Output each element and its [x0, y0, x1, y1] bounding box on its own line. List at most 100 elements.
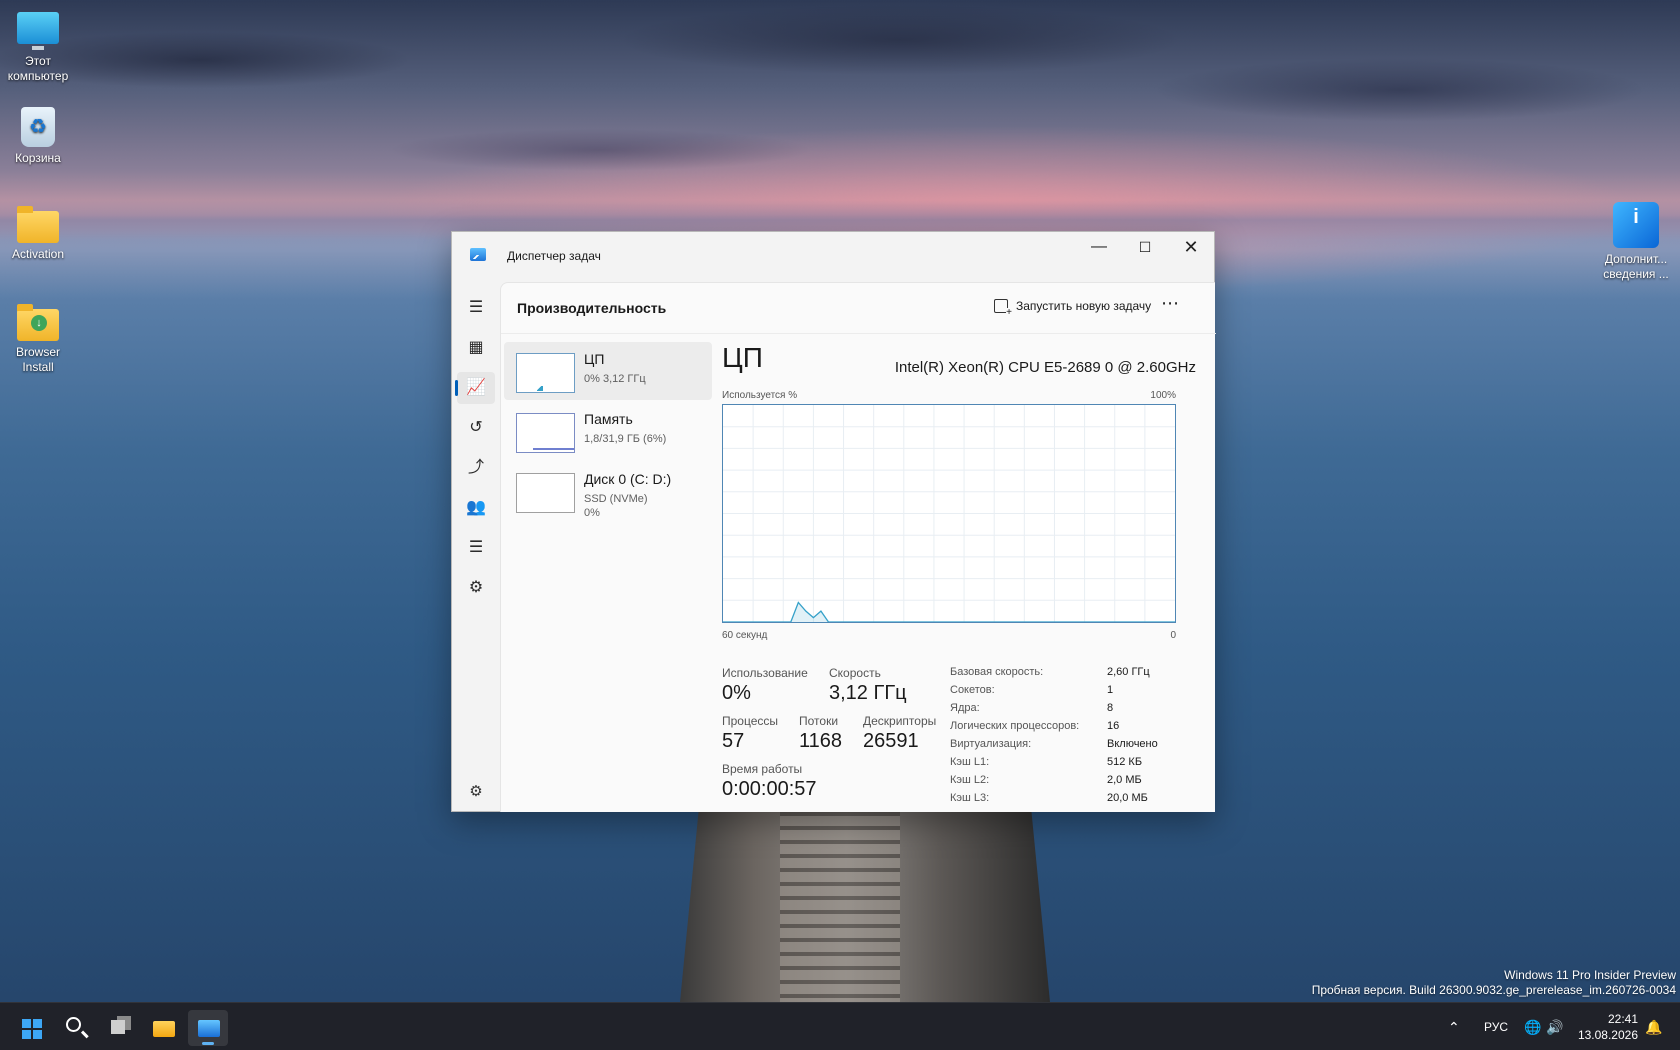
perf-item-name: ЦП [584, 351, 605, 367]
perf-item-cpu[interactable]: ЦП 0% 3,12 ГГц [504, 342, 712, 400]
threads-label: Потоки [799, 714, 839, 728]
minimize-button[interactable]: — [1076, 232, 1122, 264]
more-options-icon[interactable]: ⋯ [1161, 293, 1180, 314]
desktop-icon-label: Activation [11, 247, 65, 261]
watermark-line-1: Windows 11 Pro Insider Preview [1504, 968, 1676, 982]
spec-key: Кэш L2: [950, 774, 990, 786]
spec-row: Ядра: 8 [950, 702, 1180, 720]
spec-row: Кэш L3: 20,0 МБ [950, 792, 1180, 810]
cpu-usage-svg [723, 405, 1175, 623]
clock-time: 22:41 [1607, 1012, 1638, 1026]
spec-key: Сокетов: [950, 684, 995, 696]
details-icon[interactable]: ☰ [457, 532, 495, 564]
handles-label: Дескрипторы [863, 714, 937, 728]
header-divider [501, 333, 1216, 334]
spec-value: 512 КБ [1107, 756, 1143, 768]
desktop-icon-info[interactable]: i Дополнит... сведения ... [1596, 202, 1676, 282]
recycle-bin-icon: ♻ [21, 107, 55, 147]
speed-label: Скорость [829, 666, 881, 680]
memory-thumbnail-graph [516, 413, 575, 453]
uptime-value: 0:00:00:57 [722, 778, 817, 800]
desktop-icon-label: Дополнит... сведения ... [1603, 252, 1669, 281]
desktop-icon-activation[interactable]: Activation [0, 205, 76, 262]
perf-item-disk[interactable]: Диск 0 (C: D:) SSD (NVMe) 0% [504, 462, 712, 520]
download-badge-icon: ↓ [31, 315, 47, 331]
task-manager-app-icon [470, 248, 486, 261]
this-pc-icon [17, 12, 59, 50]
threads-value: 1168 [799, 730, 843, 752]
spec-value: 1 [1107, 684, 1114, 696]
desktop-icon-recycle-bin[interactable]: ♻ Корзина [0, 107, 76, 166]
processes-value: 57 [722, 730, 745, 752]
spec-value: 20,0 МБ [1107, 792, 1148, 804]
cpu-usage-area [723, 602, 1175, 622]
start-button[interactable] [11, 1010, 51, 1046]
spec-value: 8 [1107, 702, 1114, 714]
spec-row: Базовая скорость: 2,60 ГГц [950, 666, 1180, 684]
spec-row: Виртуализация: Включено [950, 738, 1180, 756]
graph-label-left: Используется % [722, 390, 798, 401]
task-view-button[interactable] [101, 1010, 141, 1046]
processes-label: Процессы [722, 714, 779, 728]
graph-label-right: 100% [1150, 390, 1176, 401]
spec-key: Кэш L1: [950, 756, 990, 768]
perf-item-name: Память [584, 411, 633, 427]
performance-list: ЦП 0% 3,12 ГГц Память 1,8/31,9 ГБ (6%) Д… [504, 342, 712, 522]
task-view-icon [111, 1020, 125, 1034]
cpu-thumbnail-graph [516, 353, 575, 393]
spec-row: Кэш L1: 512 КБ [950, 756, 1180, 774]
search-button[interactable] [56, 1010, 96, 1046]
wallpaper-pier-slats [780, 812, 900, 1002]
info-app-icon: i [1613, 202, 1659, 248]
graph-foot-right: 0 [1170, 630, 1176, 641]
volume-icon[interactable]: 🔊 [1546, 1003, 1563, 1050]
run-new-task-button[interactable]: Запустить новую задачу [994, 299, 1152, 318]
speed-value: 3,12 ГГц [829, 682, 907, 704]
desktop-icon-this-pc[interactable]: Этот компьютер [0, 12, 76, 84]
file-explorer-button[interactable] [144, 1010, 184, 1046]
hamburger-menu-icon[interactable]: ☰ [457, 292, 495, 324]
network-icon[interactable]: 🌐 [1524, 1003, 1541, 1050]
close-button[interactable]: ✕ [1168, 232, 1214, 264]
watermark-line-2: Пробная версия. Build 26300.9032.ge_prer… [1311, 983, 1676, 997]
disk-usage: 0% [584, 507, 600, 519]
performance-icon[interactable]: 📈 [455, 372, 495, 404]
input-language-indicator[interactable]: РУС [1484, 1003, 1508, 1050]
settings-gear-icon[interactable]: ⚙ [457, 782, 495, 800]
processes-icon[interactable]: ▦ [457, 332, 495, 364]
startup-apps-icon[interactable]: ⤴ [457, 452, 495, 484]
show-hidden-icons-chevron-icon[interactable]: ⌃ [1448, 1003, 1460, 1050]
utilization-label: Использование [722, 666, 808, 680]
spec-value: Включено [1107, 738, 1158, 750]
spec-value: 2,60 ГГц [1107, 666, 1150, 678]
spec-key: Базовая скорость: [950, 666, 1044, 678]
search-icon [66, 1017, 81, 1032]
perf-item-name: Диск 0 (C: D:) [584, 471, 672, 487]
maximize-button[interactable]: ☐ [1122, 232, 1168, 264]
detail-title: ЦП [722, 342, 763, 373]
task-manager-window: Диспетчер задач — ☐ ✕ ☰ ▦ 📈 ↺ ⤴ 👥 ☰ ⚙ ⚙ … [451, 231, 1216, 812]
handles-value: 26591 [863, 730, 919, 752]
spec-row: Сокетов: 1 [950, 684, 1180, 702]
taskbar: ⌃ РУС 🌐 🔊 22:41 13.08.2026 🔔 [0, 1002, 1680, 1050]
clock-date: 13.08.2026 [1577, 1028, 1638, 1042]
windows-logo-icon [22, 1019, 42, 1039]
uptime-label: Время работы [722, 762, 803, 776]
users-icon[interactable]: 👥 [457, 492, 495, 524]
clock[interactable]: 22:41 13.08.2026 [1578, 1011, 1638, 1043]
notifications-bell-icon[interactable]: 🔔 [1645, 1003, 1662, 1050]
services-icon[interactable]: ⚙ [457, 572, 495, 604]
spec-row: Логических процессоров: 16 [950, 720, 1180, 738]
cpu-specs: Базовая скорость: 2,60 ГГц Сокетов: 1 Ядра… [950, 666, 1180, 810]
desktop-icon-browser-install[interactable]: ↓ Browser Install [0, 303, 76, 375]
perf-item-memory[interactable]: Память 1,8/31,9 ГБ (6%) [504, 402, 712, 460]
spec-value: 2,0 МБ [1107, 774, 1142, 786]
title-bar[interactable]: Диспетчер задач — ☐ ✕ [452, 232, 1214, 282]
app-history-icon[interactable]: ↺ [457, 412, 495, 444]
graph-foot-left: 60 секунд [722, 630, 768, 641]
task-manager-taskbar-button[interactable] [188, 1010, 228, 1046]
performance-page: Производительность Запустить новую задач… [500, 282, 1216, 812]
run-new-task-label: Запустить новую задачу [1016, 299, 1152, 313]
spec-key: Виртуализация: [950, 738, 1032, 750]
disk-type: SSD (NVMe) [584, 493, 648, 505]
